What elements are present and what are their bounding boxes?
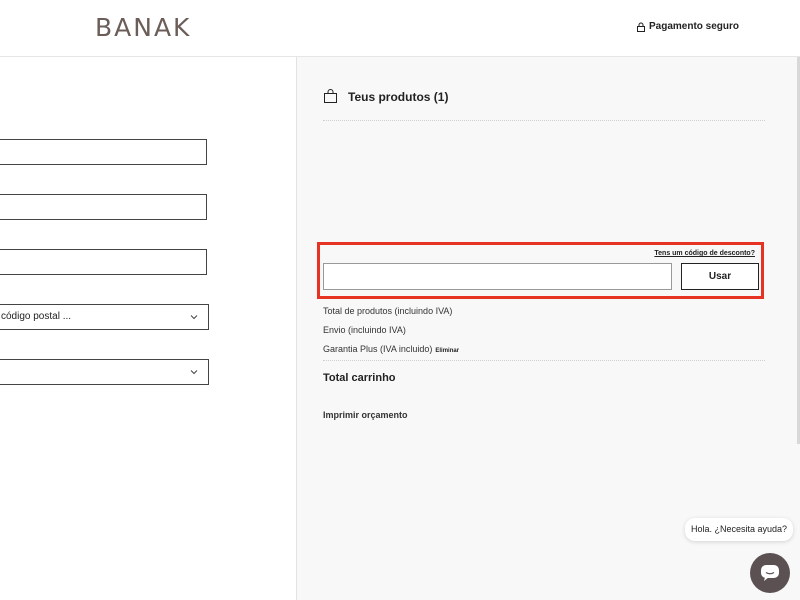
shipping-form: código postal ... xyxy=(0,57,296,600)
form-select-2[interactable] xyxy=(0,359,209,385)
lock-icon xyxy=(637,22,645,32)
discount-code-link[interactable]: Tens um código de desconto? xyxy=(654,250,755,257)
shopping-bag-icon xyxy=(324,89,337,103)
discount-code-box: Tens um código de desconto? Usar xyxy=(317,242,764,299)
chevron-down-icon xyxy=(190,370,198,375)
products-title-label: Teus produtos (1) xyxy=(348,89,449,104)
postal-code-select-label: código postal ... xyxy=(1,311,72,322)
chat-button[interactable] xyxy=(750,553,790,593)
chat-greeting-bubble[interactable]: Hola. ¿Necesita ayuda? xyxy=(685,518,794,541)
warranty-row: Garantia Plus (IVA incluido) Eliminar xyxy=(323,344,459,354)
warranty-label: Garantia Plus (IVA incluido) xyxy=(323,344,433,354)
products-title: Teus produtos (1) xyxy=(323,89,448,104)
total-products-label: Total de produtos (incluindo IVA) xyxy=(323,306,453,316)
total-cart-label: Total carrinho xyxy=(323,372,396,384)
chat-icon xyxy=(761,565,779,581)
remove-warranty-link[interactable]: Eliminar xyxy=(435,348,459,354)
secure-payment: Pagamento seguro xyxy=(636,21,739,32)
form-field-2[interactable] xyxy=(0,194,207,220)
print-quote-link[interactable]: Imprimir orçamento xyxy=(323,410,408,420)
divider xyxy=(323,120,765,121)
shipping-label: Envio (incluindo IVA) xyxy=(323,325,406,335)
form-field-3[interactable] xyxy=(0,249,207,275)
secure-payment-label: Pagamento seguro xyxy=(649,21,740,32)
use-discount-button[interactable]: Usar xyxy=(681,263,759,290)
logo[interactable]: BANAK xyxy=(95,13,191,42)
form-field-1[interactable] xyxy=(0,139,207,165)
header: BANAK Pagamento seguro xyxy=(0,0,800,57)
discount-code-input[interactable] xyxy=(323,263,672,290)
chevron-down-icon xyxy=(190,315,198,320)
divider xyxy=(323,360,765,361)
postal-code-select[interactable]: código postal ... xyxy=(0,304,209,330)
